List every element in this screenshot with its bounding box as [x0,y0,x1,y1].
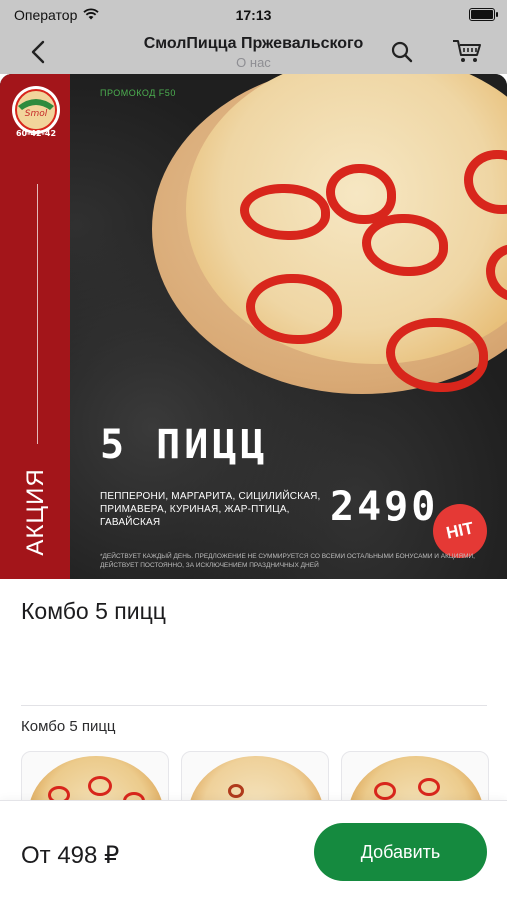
battery-level [471,10,493,19]
pepper-ring [362,214,448,276]
promo-side-strip: Smol 60-42-42 АКЦИЯ [0,74,70,579]
pepper-ring [374,782,396,800]
navigation-bar: СмолПицца Пржевальского О нас [0,30,507,74]
status-bar: Оператор 17:13 [0,0,507,30]
product-title: Комбо 5 пицц [21,598,166,624]
combo-section-label: Комбо 5 пицц [21,718,116,735]
topping [228,784,244,798]
pepper-ring [486,244,507,302]
promo-headline: 5 ПИЦЦ [100,422,269,468]
promo-label: АКЦИЯ [22,468,49,556]
pizza-list: ПЕППЕРОНИ, МАРГАРИТА, СИЦИЛИЙСКАЯ, ПРИМА… [100,491,321,528]
pepper-ring [88,776,112,796]
battery-icon [469,8,498,21]
carrier: Оператор [14,7,99,23]
cart-button[interactable] [450,36,484,66]
promo-code: ПРОМОКОД F50 [100,88,176,98]
pepper-ring [240,184,330,240]
product-sheet: Smol 60-42-42 АКЦИЯ ПРОМОКОД F50 5 ПИЦЦ … [0,74,507,900]
side-divider [37,184,38,444]
bottom-action-bar: От 498 ₽ Добавить [0,800,507,900]
wifi-icon [83,7,99,23]
carrier-name: Оператор [14,7,78,23]
svg-text:Smol: Smol [25,109,48,119]
nav-title: СмолПицца Пржевальского [143,35,364,52]
pepper-ring [464,150,507,214]
promo-banner: Smol 60-42-42 АКЦИЯ ПРОМОКОД F50 5 ПИЦЦ … [0,74,507,579]
nav-subtitle[interactable]: О нас [0,55,507,70]
search-button[interactable] [388,38,416,66]
svg-text:60-42-42: 60-42-42 [16,129,56,138]
pepper-ring [418,778,440,796]
pepper-ring [326,164,396,224]
cart-icon [453,40,481,62]
price-label: От 498 ₽ [21,842,120,869]
divider [21,705,487,706]
smolpizza-logo: Smol 60-42-42 [12,86,60,138]
add-to-cart-button[interactable]: Добавить [314,823,487,881]
promo-footnote: *ДЕЙСТВУЕТ КАЖДЫЙ ДЕНЬ. ПРЕДЛОЖЕНИЕ НЕ С… [100,553,475,569]
search-icon [391,41,413,63]
promo-price: 2490 [330,484,439,530]
